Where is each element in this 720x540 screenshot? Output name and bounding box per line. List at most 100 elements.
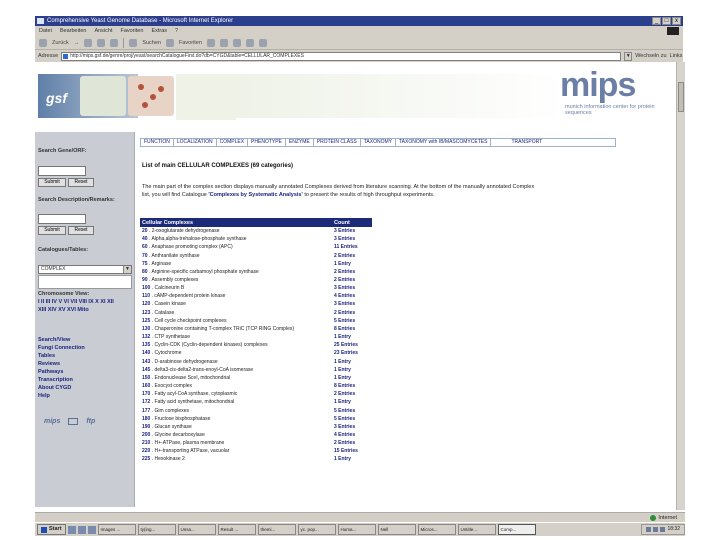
home-icon[interactable] (110, 38, 119, 47)
catalogue-select[interactable]: COMPLEX ▼ (38, 265, 132, 274)
sidebar-link-pathways[interactable]: Pathways (38, 368, 85, 376)
taskbar-task[interactable]: Result ... (217, 524, 256, 535)
mail-icon[interactable] (232, 38, 241, 47)
tab-localization[interactable]: LOCALIZATION (174, 139, 217, 146)
tab-function[interactable]: FUNCTION (141, 139, 174, 146)
search-description-input[interactable] (38, 214, 86, 224)
footer-mips-link[interactable]: mips (44, 418, 60, 425)
go-button[interactable]: Wechseln zu (635, 53, 666, 59)
entry-count-link[interactable]: 1 Entry (332, 366, 372, 374)
sidebar-link-transcription[interactable]: Transcription (38, 376, 85, 384)
sidebar-link-search-view[interactable]: Search/View (38, 336, 85, 344)
taskbar-task[interactable]: Nell (377, 524, 416, 535)
address-input[interactable]: http://mips.gsf.de/genre/proj/yeast/sear… (61, 51, 622, 61)
address-dropdown-button[interactable]: ▼ (624, 51, 633, 61)
minimize-button[interactable]: _ (652, 17, 661, 25)
chevron-down-icon[interactable]: ▼ (123, 266, 131, 273)
menu-edit[interactable]: Bearbeiten (60, 26, 87, 36)
favorites-button[interactable]: Favoriten (179, 40, 202, 46)
close-button[interactable]: x (672, 17, 681, 25)
quicklaunch-outlook-icon[interactable] (87, 525, 96, 534)
entry-count-link[interactable]: 1 Entry (332, 333, 372, 341)
entry-count-link[interactable]: 1 Entry (332, 455, 372, 463)
links-button[interactable]: Links (670, 53, 683, 59)
tray-language-icon[interactable] (660, 527, 666, 532)
tray-volume-icon[interactable] (653, 527, 659, 532)
search-orf-reset-button[interactable]: Reset (68, 178, 94, 187)
entry-count-link[interactable]: 5 Entries (332, 415, 372, 423)
catalogue-listbox[interactable] (38, 275, 132, 289)
entry-count-link[interactable]: 3 Entries (332, 227, 372, 235)
back-button[interactable]: Zurück (52, 40, 69, 46)
complex-id-link[interactable]: 110 (142, 293, 150, 299)
tab-transport[interactable]: TRANSPORT (491, 139, 545, 146)
sidebar-link-help[interactable]: Help (38, 392, 85, 400)
tab-phenotype[interactable]: PHENOTYPE (248, 139, 286, 146)
menu-favorites[interactable]: Favoriten (121, 26, 144, 36)
footer-ftp-link[interactable]: ftp (86, 418, 95, 425)
entry-count-link[interactable]: 3 Entries (332, 300, 372, 308)
tab-complex[interactable]: COMPLEX (216, 139, 249, 146)
entry-count-link[interactable]: 2 Entries (332, 309, 372, 317)
taskbar-task[interactable]: yc. pop... (297, 524, 336, 535)
gsf-logo[interactable]: gsf (46, 90, 67, 106)
entry-count-link[interactable]: 3 Entries (332, 235, 372, 243)
entry-count-link[interactable]: 8 Entries (332, 325, 372, 333)
tab-taxonomy[interactable]: TAXONOMY (361, 139, 396, 146)
search-button[interactable]: Suchen (142, 40, 161, 46)
chromosome-links[interactable]: I II III IV V VI VII VIII IX X XI XII XI… (38, 298, 118, 314)
entry-count-link[interactable]: 5 Entries (332, 317, 372, 325)
stop-icon[interactable] (84, 38, 93, 47)
sidebar-link-about-cygd[interactable]: About CYGD (38, 384, 85, 392)
taskbar-task[interactable]: ty(ing... (137, 524, 176, 535)
taskbar-task[interactable]: Huma... (337, 524, 376, 535)
tray-network-icon[interactable] (646, 527, 652, 532)
entry-count-link[interactable]: 23 Entries (332, 349, 372, 357)
entry-count-link[interactable]: 1 Entry (332, 260, 372, 268)
tab-taxonomy-hemiascomycetes[interactable]: TAXONOMY with IB/MASCOMYCETES (396, 139, 492, 146)
sidebar-link-fungi-connection[interactable]: Fungi Connection (38, 344, 85, 352)
mips-logo[interactable]: mips (560, 66, 636, 105)
entry-count-link[interactable]: 3 Entries (332, 284, 372, 292)
mail-icon[interactable] (68, 418, 79, 425)
search-orf-input[interactable] (38, 166, 86, 176)
menu-file[interactable]: Datei (39, 26, 52, 36)
search-orf-submit-button[interactable]: Submit (38, 178, 66, 187)
entry-count-link[interactable]: 1 Entry (332, 398, 372, 406)
history-icon[interactable] (219, 38, 228, 47)
taskbar-task[interactable]: Images ... (97, 524, 136, 535)
print-icon[interactable] (245, 38, 254, 47)
taskbar-task[interactable]: Untitle... (457, 524, 496, 535)
entry-count-link[interactable]: 4 Entries (332, 292, 372, 300)
taskbar-task[interactable]: Comp... (497, 524, 536, 535)
back-arrow-icon[interactable] (39, 38, 47, 47)
tab-enzyme[interactable]: ENZYME (286, 139, 314, 146)
entry-count-link[interactable]: 2 Entries (332, 390, 372, 398)
sidebar-link-reviews[interactable]: Reviews (38, 360, 85, 368)
media-icon[interactable] (206, 38, 215, 47)
tab-protein-class[interactable]: PROTEIN CLASS (314, 139, 361, 146)
entry-count-link[interactable]: 3 Entries (332, 423, 372, 431)
entry-count-link[interactable]: 2 Entries (332, 439, 372, 447)
vertical-scrollbar[interactable] (676, 62, 685, 510)
edit-icon[interactable] (258, 38, 267, 47)
entry-count-link[interactable]: 25 Entries (332, 341, 372, 349)
entry-count-link[interactable]: 2 Entries (332, 268, 372, 276)
entry-count-link[interactable]: 2 Entries (332, 251, 372, 259)
refresh-icon[interactable] (97, 38, 106, 47)
entry-count-link[interactable]: 8 Entries (332, 382, 372, 390)
search-description-reset-button[interactable]: Reset (68, 226, 94, 235)
menu-tools[interactable]: Extras (151, 26, 167, 36)
quicklaunch-ie-icon[interactable] (67, 525, 76, 534)
entry-count-link[interactable]: 1 Entry (332, 374, 372, 382)
search-description-submit-button[interactable]: Submit (38, 226, 66, 235)
entry-count-link[interactable]: 5 Entries (332, 406, 372, 414)
taskbar-task[interactable]: Micros... (417, 524, 456, 535)
sidebar-link-tables[interactable]: Tables (38, 352, 85, 360)
entry-count-link[interactable]: 1 Entry (332, 358, 372, 366)
taskbar-task[interactable]: Unsa... (177, 524, 216, 535)
systematic-analysis-link[interactable]: 'Complexes by Systematic Analysis' (208, 192, 302, 198)
menu-help[interactable]: ? (175, 26, 178, 36)
entry-count-link[interactable]: 2 Entries (332, 276, 372, 284)
quicklaunch-desktop-icon[interactable] (77, 525, 86, 534)
